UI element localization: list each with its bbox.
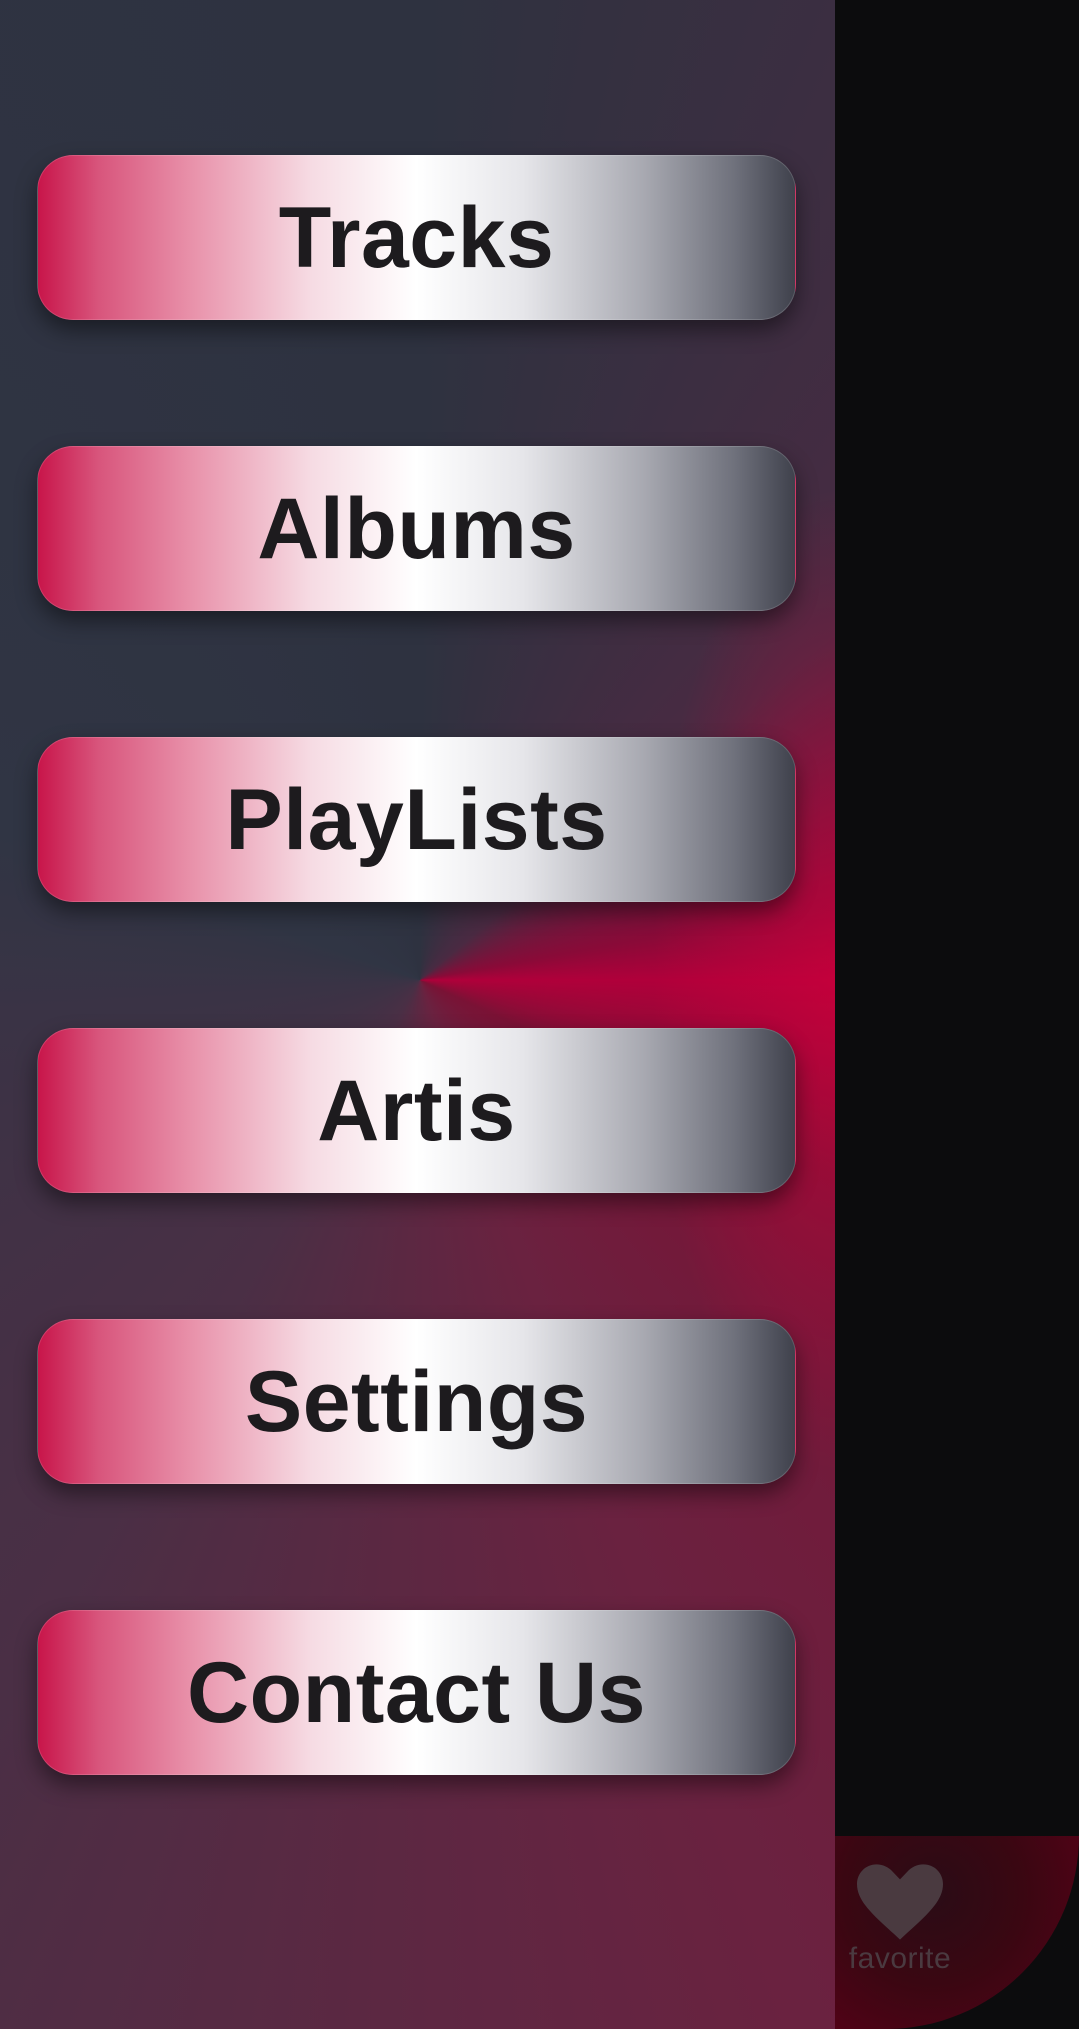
heart-icon [857,1864,943,1940]
playlists-button[interactable]: PlayLists [37,737,796,902]
main-content-area [835,0,1079,2029]
artists-button[interactable]: Artis [37,1028,796,1193]
albums-button-label: Albums [257,480,576,577]
tracks-button[interactable]: Tracks [37,155,796,320]
navigation-drawer: Tracks Albums PlayLists Artis Settings C… [0,0,835,2029]
favorite-label: favorite [848,1942,952,1975]
artists-button-label: Artis [317,1062,516,1159]
albums-button[interactable]: Albums [37,446,796,611]
drawer-menu-list: Tracks Albums PlayLists Artis Settings C… [37,155,796,1901]
settings-button[interactable]: Settings [37,1319,796,1484]
settings-button-label: Settings [244,1353,589,1450]
contact-us-button-label: Contact Us [187,1644,646,1741]
favorite-nav-item[interactable]: favorite [835,1864,965,1976]
tracks-button-label: Tracks [278,189,555,286]
playlists-button-label: PlayLists [225,771,608,868]
contact-us-button[interactable]: Contact Us [37,1610,796,1775]
app-screen: favorite Tracks Albums PlayLists Artis S… [0,0,1079,2029]
